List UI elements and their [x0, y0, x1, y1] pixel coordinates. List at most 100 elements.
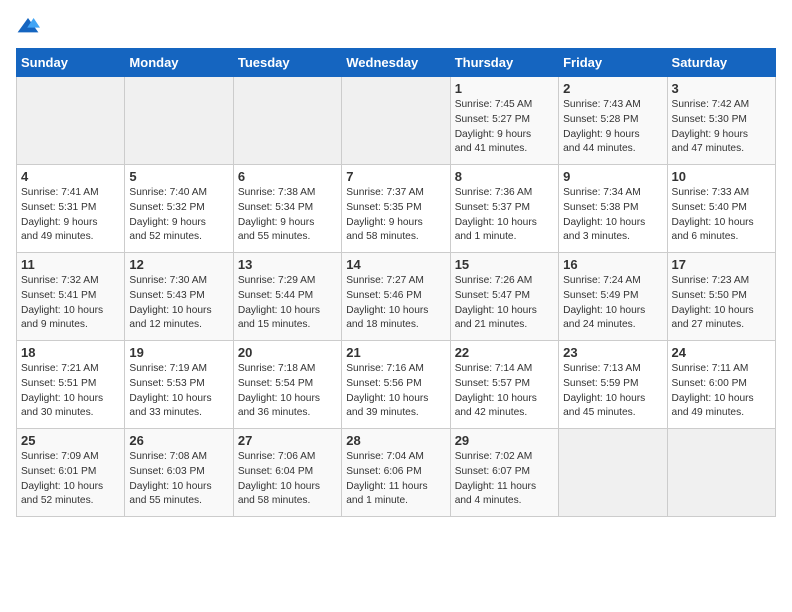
day-info: Sunrise: 7:26 AM Sunset: 5:47 PM Dayligh…	[455, 274, 554, 333]
day-info: Sunrise: 7:11 AM Sunset: 6:00 PM Dayligh…	[672, 362, 771, 421]
calendar-cell: 16 Sunrise: 7:24 AM Sunset: 5:49 PM Dayli…	[559, 253, 667, 341]
calendar-cell: 9 Sunrise: 7:34 AM Sunset: 5:38 PM Daylig…	[559, 165, 667, 253]
week-row-2: 4 Sunrise: 7:41 AM Sunset: 5:31 PM Daylig…	[17, 165, 776, 253]
day-number: 2	[563, 81, 662, 96]
calendar-cell: 7Sunrise: 7:37 AM Sunset: 5:35 PM Daylig…	[342, 165, 450, 253]
day-info: Sunrise: 7:19 AM Sunset: 5:53 PM Dayligh…	[129, 362, 228, 421]
logo	[16, 16, 44, 36]
header-sunday: Sunday	[17, 49, 125, 77]
day-number: 5	[129, 169, 228, 184]
day-info: Sunrise: 7:14 AM Sunset: 5:57 PM Dayligh…	[455, 362, 554, 421]
day-number: 1	[455, 81, 554, 96]
day-info: Sunrise: 7:41 AM Sunset: 5:31 PM Dayligh…	[21, 186, 120, 245]
calendar-cell: 12 Sunrise: 7:30 AM Sunset: 5:43 PM Dayli…	[125, 253, 233, 341]
day-info: Sunrise: 7:34 AM Sunset: 5:38 PM Dayligh…	[563, 186, 662, 245]
calendar-cell: 25 Sunrise: 7:09 AM Sunset: 6:01 PM Dayli…	[17, 429, 125, 517]
day-info: Sunrise: 7:38 AM Sunset: 5:34 PM Dayligh…	[238, 186, 337, 245]
calendar-cell	[342, 77, 450, 165]
day-number: 29	[455, 433, 554, 448]
day-info: Sunrise: 7:45 AM Sunset: 5:27 PM Dayligh…	[455, 98, 554, 157]
calendar-cell: 20 Sunrise: 7:18 AM Sunset: 5:54 PM Dayli…	[233, 341, 341, 429]
header-wednesday: Wednesday	[342, 49, 450, 77]
day-number: 13	[238, 257, 337, 272]
day-number: 24	[672, 345, 771, 360]
calendar-cell: 14 Sunrise: 7:27 AM Sunset: 5:46 PM Dayli…	[342, 253, 450, 341]
header-friday: Friday	[559, 49, 667, 77]
calendar-cell: 18 Sunrise: 7:21 AM Sunset: 5:51 PM Dayli…	[17, 341, 125, 429]
logo-icon	[16, 16, 40, 36]
week-row-5: 25 Sunrise: 7:09 AM Sunset: 6:01 PM Dayli…	[17, 429, 776, 517]
day-number: 12	[129, 257, 228, 272]
day-number: 10	[672, 169, 771, 184]
calendar-cell: 10 Sunrise: 7:33 AM Sunset: 5:40 PM Dayli…	[667, 165, 775, 253]
calendar-cell	[667, 429, 775, 517]
calendar-cell: 27 Sunrise: 7:06 AM Sunset: 6:04 PM Dayli…	[233, 429, 341, 517]
calendar-cell: 28 Sunrise: 7:04 AM Sunset: 6:06 PM Dayli…	[342, 429, 450, 517]
day-info: Sunrise: 7:02 AM Sunset: 6:07 PM Dayligh…	[455, 450, 554, 509]
day-info: Sunrise: 7:36 AM Sunset: 5:37 PM Dayligh…	[455, 186, 554, 245]
header-row: SundayMondayTuesdayWednesdayThursdayFrid…	[17, 49, 776, 77]
calendar-cell: 6Sunrise: 7:38 AM Sunset: 5:34 PM Daylig…	[233, 165, 341, 253]
day-number: 22	[455, 345, 554, 360]
day-info: Sunrise: 7:29 AM Sunset: 5:44 PM Dayligh…	[238, 274, 337, 333]
day-info: Sunrise: 7:27 AM Sunset: 5:46 PM Dayligh…	[346, 274, 445, 333]
week-row-3: 11Sunrise: 7:32 AM Sunset: 5:41 PM Dayli…	[17, 253, 776, 341]
calendar-cell: 15 Sunrise: 7:26 AM Sunset: 5:47 PM Dayli…	[450, 253, 558, 341]
calendar-cell: 5 Sunrise: 7:40 AM Sunset: 5:32 PM Daylig…	[125, 165, 233, 253]
calendar-cell: 13 Sunrise: 7:29 AM Sunset: 5:44 PM Dayli…	[233, 253, 341, 341]
calendar-cell: 2Sunrise: 7:43 AM Sunset: 5:28 PM Daylig…	[559, 77, 667, 165]
calendar-cell: 24 Sunrise: 7:11 AM Sunset: 6:00 PM Dayli…	[667, 341, 775, 429]
calendar-cell: 21 Sunrise: 7:16 AM Sunset: 5:56 PM Dayli…	[342, 341, 450, 429]
calendar-cell: 4 Sunrise: 7:41 AM Sunset: 5:31 PM Daylig…	[17, 165, 125, 253]
calendar-cell: 3 Sunrise: 7:42 AM Sunset: 5:30 PM Daylig…	[667, 77, 775, 165]
day-info: Sunrise: 7:33 AM Sunset: 5:40 PM Dayligh…	[672, 186, 771, 245]
calendar-cell: 22 Sunrise: 7:14 AM Sunset: 5:57 PM Dayli…	[450, 341, 558, 429]
calendar-cell: 23Sunrise: 7:13 AM Sunset: 5:59 PM Dayli…	[559, 341, 667, 429]
day-number: 23	[563, 345, 662, 360]
week-row-4: 18 Sunrise: 7:21 AM Sunset: 5:51 PM Dayli…	[17, 341, 776, 429]
day-number: 27	[238, 433, 337, 448]
day-info: Sunrise: 7:18 AM Sunset: 5:54 PM Dayligh…	[238, 362, 337, 421]
calendar-cell	[559, 429, 667, 517]
day-number: 15	[455, 257, 554, 272]
day-number: 9	[563, 169, 662, 184]
day-number: 21	[346, 345, 445, 360]
day-info: Sunrise: 7:40 AM Sunset: 5:32 PM Dayligh…	[129, 186, 228, 245]
day-number: 25	[21, 433, 120, 448]
day-info: Sunrise: 7:24 AM Sunset: 5:49 PM Dayligh…	[563, 274, 662, 333]
day-info: Sunrise: 7:16 AM Sunset: 5:56 PM Dayligh…	[346, 362, 445, 421]
day-info: Sunrise: 7:30 AM Sunset: 5:43 PM Dayligh…	[129, 274, 228, 333]
day-info: Sunrise: 7:23 AM Sunset: 5:50 PM Dayligh…	[672, 274, 771, 333]
day-info: Sunrise: 7:06 AM Sunset: 6:04 PM Dayligh…	[238, 450, 337, 509]
header-tuesday: Tuesday	[233, 49, 341, 77]
calendar-cell: 26 Sunrise: 7:08 AM Sunset: 6:03 PM Dayli…	[125, 429, 233, 517]
day-number: 17	[672, 257, 771, 272]
day-number: 18	[21, 345, 120, 360]
day-number: 7	[346, 169, 445, 184]
day-number: 3	[672, 81, 771, 96]
week-row-1: 1 Sunrise: 7:45 AM Sunset: 5:27 PM Daylig…	[17, 77, 776, 165]
header-thursday: Thursday	[450, 49, 558, 77]
calendar-cell: 17 Sunrise: 7:23 AM Sunset: 5:50 PM Dayli…	[667, 253, 775, 341]
day-number: 28	[346, 433, 445, 448]
calendar-table: SundayMondayTuesdayWednesdayThursdayFrid…	[16, 48, 776, 517]
calendar-cell	[233, 77, 341, 165]
day-number: 8	[455, 169, 554, 184]
header-saturday: Saturday	[667, 49, 775, 77]
calendar-cell: 29 Sunrise: 7:02 AM Sunset: 6:07 PM Dayli…	[450, 429, 558, 517]
day-number: 26	[129, 433, 228, 448]
day-number: 19	[129, 345, 228, 360]
day-info: Sunrise: 7:21 AM Sunset: 5:51 PM Dayligh…	[21, 362, 120, 421]
calendar-cell: 1 Sunrise: 7:45 AM Sunset: 5:27 PM Daylig…	[450, 77, 558, 165]
day-info: Sunrise: 7:42 AM Sunset: 5:30 PM Dayligh…	[672, 98, 771, 157]
day-info: Sunrise: 7:32 AM Sunset: 5:41 PM Dayligh…	[21, 274, 120, 333]
day-number: 14	[346, 257, 445, 272]
calendar-cell: 11Sunrise: 7:32 AM Sunset: 5:41 PM Dayli…	[17, 253, 125, 341]
day-number: 16	[563, 257, 662, 272]
day-info: Sunrise: 7:04 AM Sunset: 6:06 PM Dayligh…	[346, 450, 445, 509]
day-number: 4	[21, 169, 120, 184]
day-number: 20	[238, 345, 337, 360]
calendar-cell: 8 Sunrise: 7:36 AM Sunset: 5:37 PM Daylig…	[450, 165, 558, 253]
day-info: Sunrise: 7:09 AM Sunset: 6:01 PM Dayligh…	[21, 450, 120, 509]
day-info: Sunrise: 7:08 AM Sunset: 6:03 PM Dayligh…	[129, 450, 228, 509]
